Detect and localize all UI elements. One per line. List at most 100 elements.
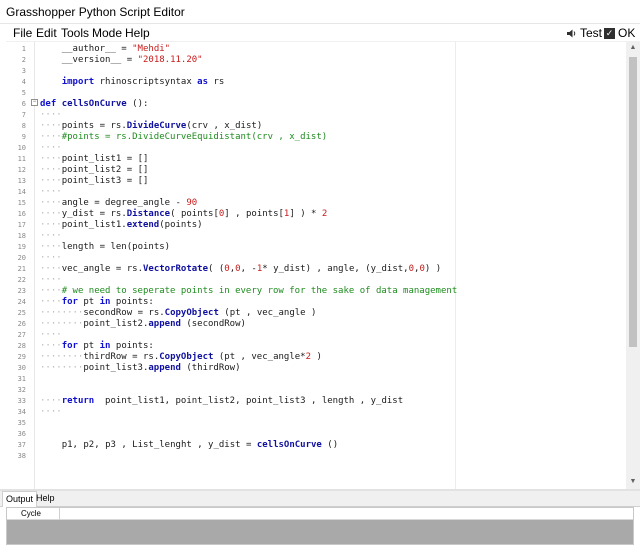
scroll-up-icon[interactable]: ▲ (626, 41, 640, 55)
code-line[interactable]: ···· (40, 231, 62, 242)
menu-mode[interactable]: Mode (92, 26, 122, 40)
code-line[interactable]: ····points = rs.DivideCurve(crv , x_dist… (40, 121, 262, 132)
test-label: Test (580, 26, 603, 40)
line-number: 5 (21, 89, 26, 97)
tab-help[interactable]: Help (33, 491, 58, 507)
line-number: 36 (17, 430, 26, 438)
code-line[interactable]: ···· (40, 275, 62, 286)
line-number: 7 (21, 111, 26, 119)
code-line[interactable]: ···· (40, 330, 62, 341)
code-line[interactable]: ····point_list1 = [] (40, 154, 148, 165)
menu-tools[interactable]: Tools (61, 26, 89, 40)
line-number: 21 (17, 265, 26, 273)
line-number: 17 (17, 221, 26, 229)
code-line[interactable]: ····#points = rs.DivideCurveEquidistant(… (40, 132, 327, 143)
fold-margin-line (34, 42, 35, 489)
code-line[interactable]: ········point_list2.append (secondRow) (40, 319, 246, 330)
line-number-gutter: 1 2 3 4 5 6 7 8 9 10 11 12 13 14 15 16 17 18 19 20 21 22 23 24 2… (6, 42, 33, 489)
line-number: 23 (17, 287, 26, 295)
window-title: Grasshopper Python Script Editor (6, 5, 185, 19)
code-line[interactable]: ····length = len(points) (40, 242, 170, 253)
line-number: 15 (17, 199, 26, 207)
line-number: 33 (17, 397, 26, 405)
code-line[interactable]: ····return point_list1, point_list2, poi… (40, 396, 403, 407)
line-number: 28 (17, 342, 26, 350)
output-column-header: Cycle (7, 508, 633, 520)
test-button[interactable]: Test (566, 26, 602, 40)
code-line[interactable]: import rhinoscriptsyntax as rs (40, 77, 225, 88)
line-number: 27 (17, 331, 26, 339)
code-line[interactable]: ········thirdRow = rs.CopyObject (pt , v… (40, 352, 322, 363)
line-number: 34 (17, 408, 26, 416)
line-number: 37 (17, 441, 26, 449)
edge-guide-line (455, 42, 456, 489)
code-line[interactable]: ···· (40, 253, 62, 264)
title-bar: Grasshopper Python Script Editor (0, 0, 640, 24)
column-cycle[interactable]: Cycle (21, 508, 41, 520)
tab-output[interactable]: Output (2, 491, 38, 507)
code-line[interactable]: __version__ = "2018.11.20" (40, 55, 203, 66)
code-line[interactable]: ····angle = degree_angle - 90 (40, 198, 197, 209)
code-line[interactable]: ····for pt in points: (40, 341, 154, 352)
output-panel: Cycle (6, 507, 634, 545)
line-number: 8 (21, 122, 26, 130)
code-editor[interactable]: 1 2 3 4 5 6 7 8 9 10 11 12 13 14 15 16 17 18 19 20 21 22 23 24 2… (6, 41, 626, 489)
column-separator (59, 508, 60, 520)
line-number: 1 (21, 45, 26, 53)
line-number: 3 (21, 67, 26, 75)
code-line[interactable]: ····for pt in points: (40, 297, 154, 308)
output-tab-strip: Output Help (0, 491, 640, 507)
code-line[interactable]: ····# we need to seperate points in ever… (40, 286, 457, 297)
line-number: 29 (17, 353, 26, 361)
fold-toggle-icon[interactable]: − (31, 99, 38, 106)
line-number: 11 (17, 155, 26, 163)
code-line[interactable]: ···· (40, 143, 62, 154)
vertical-scrollbar[interactable]: ▲ ▼ (626, 41, 640, 489)
line-number: 18 (17, 232, 26, 240)
code-line[interactable]: ········point_list3.append (thirdRow) (40, 363, 241, 374)
menu-file[interactable]: File (13, 26, 32, 40)
code-line[interactable]: def cellsOnCurve (): (40, 99, 148, 110)
code-line[interactable]: ····y_dist = rs.Distance( points[0] , po… (40, 209, 327, 220)
line-number: 4 (21, 78, 26, 86)
code-line[interactable]: __author__ = "Mehdi" (40, 44, 170, 55)
line-number: 9 (21, 133, 26, 141)
code-line[interactable]: ········secondRow = rs.CopyObject (pt , … (40, 308, 316, 319)
code-line[interactable]: ···· (40, 110, 62, 121)
scroll-down-icon[interactable]: ▼ (626, 475, 640, 489)
line-number: 38 (17, 452, 26, 460)
line-number: 10 (17, 144, 26, 152)
line-number: 31 (17, 375, 26, 383)
line-number: 35 (17, 419, 26, 427)
menu-help[interactable]: Help (125, 26, 150, 40)
line-number: 19 (17, 243, 26, 251)
line-number: 14 (17, 188, 26, 196)
ok-label: OK (618, 26, 636, 40)
line-number: 16 (17, 210, 26, 218)
code-line[interactable]: p1, p2, p3 , List_lenght , y_dist = cell… (40, 440, 338, 451)
line-number: 20 (17, 254, 26, 262)
code-text-area[interactable]: __author__ = "Mehdi" __version__ = "2018… (40, 42, 626, 489)
line-number: 25 (17, 309, 26, 317)
line-number: 22 (17, 276, 26, 284)
menu-bar: File Edit Tools Mode Help Test ✓ OK (0, 24, 640, 41)
line-number: 26 (17, 320, 26, 328)
code-line[interactable]: ···· (40, 407, 62, 418)
line-number: 32 (17, 386, 26, 394)
speaker-icon (566, 28, 577, 39)
line-number: 13 (17, 177, 26, 185)
line-number: 12 (17, 166, 26, 174)
line-number: 2 (21, 56, 26, 64)
code-line[interactable]: ···· (40, 187, 62, 198)
line-number: 6 (21, 100, 26, 108)
ok-button[interactable]: ✓ OK (604, 26, 635, 40)
menu-edit[interactable]: Edit (36, 26, 57, 40)
code-line[interactable]: ····point_list1.extend(points) (40, 220, 203, 231)
scrollbar-thumb[interactable] (629, 57, 637, 347)
code-line[interactable]: ····point_list2 = [] (40, 165, 148, 176)
code-line[interactable]: ····vec_angle = rs.VectorRotate( (0,0, -… (40, 264, 441, 275)
line-number: 24 (17, 298, 26, 306)
checkmark-icon: ✓ (604, 27, 615, 39)
line-number: 30 (17, 364, 26, 372)
code-line[interactable]: ····point_list3 = [] (40, 176, 148, 187)
